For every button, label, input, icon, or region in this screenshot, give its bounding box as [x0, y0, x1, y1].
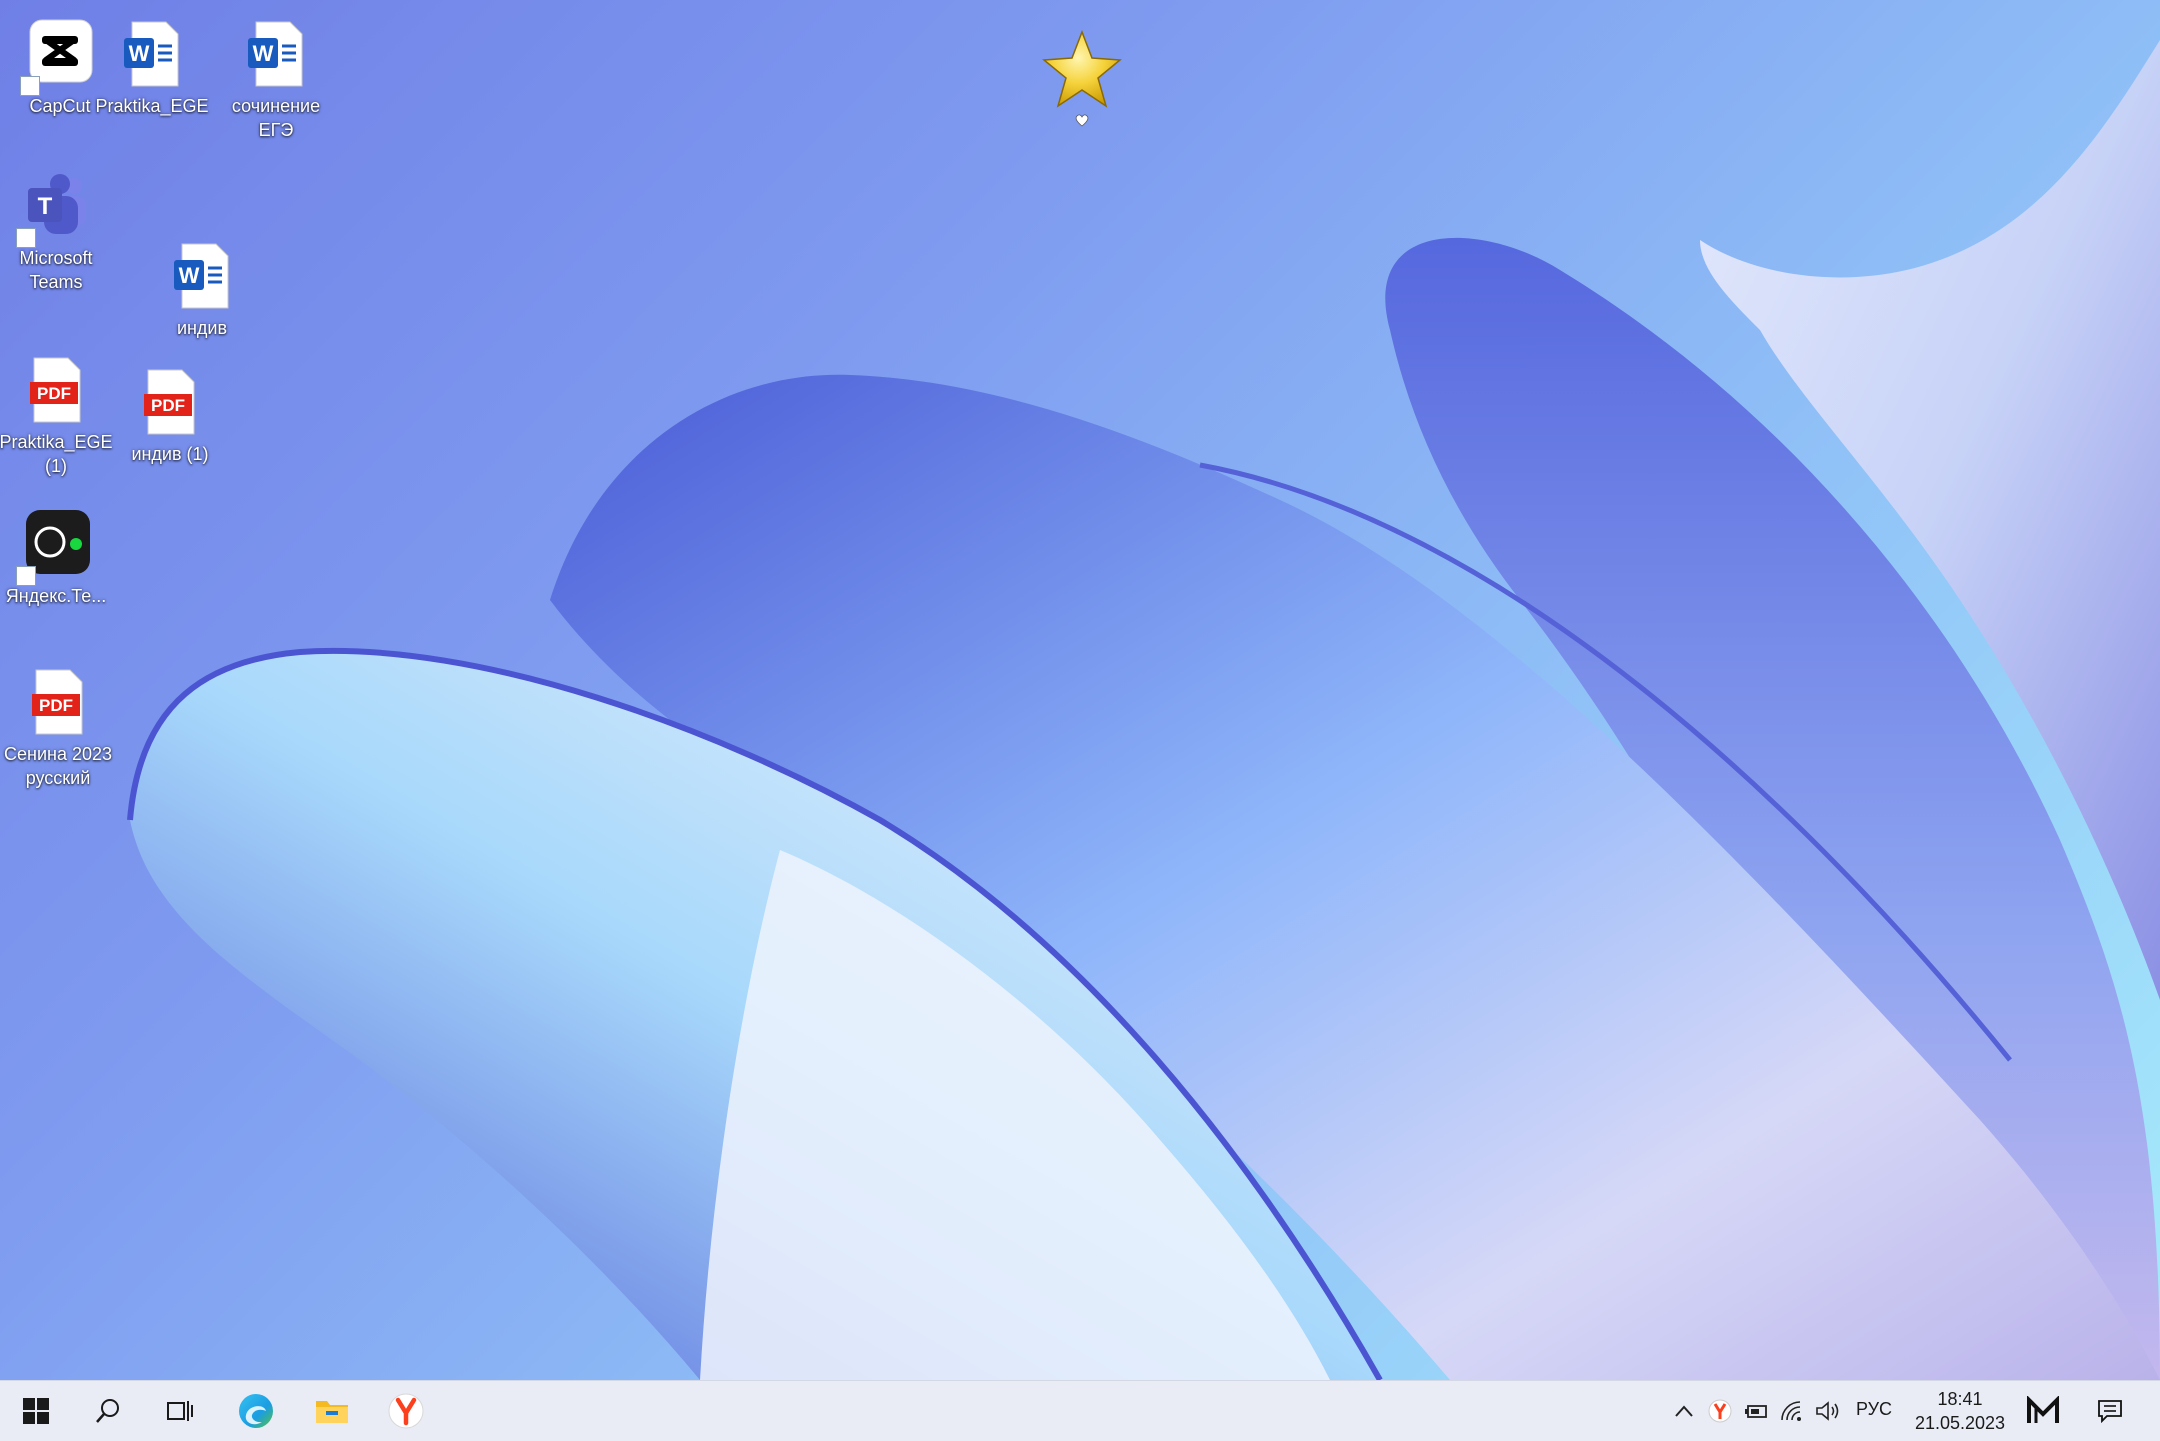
pdf-icon: PDF — [20, 354, 92, 426]
pdf-icon: PDF — [22, 666, 94, 738]
clock[interactable]: 18:41 21.05.2023 — [1900, 1387, 2020, 1435]
desktop-icon-label: Сенина 2023 русский — [4, 744, 112, 788]
yandex-tray-icon[interactable] — [1706, 1397, 1734, 1425]
task-view-button[interactable] — [156, 1387, 204, 1435]
desktop-icon-praktika-pdf[interactable]: PDF Praktika_EGE (1) — [0, 354, 116, 478]
desktop-icon-label: индив — [176, 318, 228, 338]
word-badge: W — [179, 263, 200, 288]
pdf-badge: PDF — [151, 396, 185, 415]
word-badge: W — [253, 41, 274, 66]
star-icon — [1042, 29, 1122, 108]
desktop-icon-label: Яндекс.Те... — [5, 586, 107, 606]
start-button[interactable] — [12, 1387, 60, 1435]
word-doc-icon: W — [116, 18, 188, 90]
volume-icon[interactable] — [1814, 1397, 1842, 1425]
desktop-icon-indiv-pdf[interactable]: PDF индив (1) — [110, 366, 230, 466]
clock-time: 18:41 — [1937, 1389, 1983, 1409]
star-widget[interactable] — [1040, 28, 1124, 128]
yandex-browser-icon — [388, 1393, 424, 1429]
desktop-icon-label: индив (1) — [131, 444, 209, 464]
desktop-icon-teams[interactable]: T Microsoft Teams — [0, 170, 116, 294]
teams-badge: T — [38, 193, 53, 220]
desktop-icon-label: Praktika_EGE (1) — [0, 432, 113, 476]
word-badge: W — [129, 41, 150, 66]
heart-icon — [1075, 114, 1089, 127]
explorer-button[interactable] — [308, 1387, 356, 1435]
pdf-icon: PDF — [134, 366, 206, 438]
shortcut-arrow-icon — [16, 228, 36, 248]
folder-icon — [316, 1401, 348, 1423]
windows-logo-icon — [23, 1398, 49, 1424]
edge-icon — [239, 1394, 273, 1428]
battery-icon[interactable] — [1742, 1397, 1770, 1425]
pdf-badge: PDF — [37, 384, 71, 403]
capcut-icon — [20, 18, 96, 96]
language-indicator[interactable]: РУС — [1856, 1399, 1892, 1420]
pdf-badge: PDF — [39, 696, 73, 715]
teams-icon: T — [16, 170, 92, 248]
desktop: CapCut W Praktika_EGE W сочинение ЕГЭ T … — [0, 0, 2160, 1380]
desktop-icon-label: сочинение ЕГЭ — [231, 96, 321, 140]
wallpaper — [127, 40, 2160, 1380]
chevron-up-icon[interactable] — [1670, 1397, 1698, 1425]
edge-button[interactable] — [232, 1387, 280, 1435]
desktop-icon-label: Microsoft Teams — [19, 248, 93, 292]
clock-date: 21.05.2023 — [1914, 1413, 2006, 1433]
desktop-icon-sochinenie[interactable]: W сочинение ЕГЭ — [216, 18, 336, 142]
notifications-icon[interactable] — [2096, 1397, 2124, 1425]
desktop-icon-senina-pdf[interactable]: PDF Сенина 2023 русский — [0, 666, 118, 790]
yandex-browser-button[interactable] — [382, 1387, 430, 1435]
taskbar: РУС 18:41 21.05.2023 — [0, 1380, 2160, 1441]
wifi-icon[interactable] — [1778, 1397, 1806, 1425]
desktop-icon-indiv-docx[interactable]: W индив — [142, 240, 262, 340]
search-icon — [96, 1399, 119, 1423]
task-view-icon — [167, 1401, 193, 1421]
yandex-telemost-icon — [16, 508, 92, 586]
desktop-icon-yandex-telemost[interactable]: Яндекс.Те... — [0, 508, 116, 608]
shortcut-arrow-icon — [20, 76, 40, 96]
desktop-icon-praktika-docx[interactable]: W Praktika_EGE — [92, 18, 212, 118]
word-doc-icon: W — [240, 18, 312, 90]
word-doc-icon: W — [166, 240, 238, 312]
search-button[interactable] — [84, 1387, 132, 1435]
m-logo-icon[interactable] — [2026, 1395, 2060, 1427]
desktop-icon-label: Praktika_EGE — [95, 96, 209, 116]
shortcut-arrow-icon — [16, 566, 36, 586]
